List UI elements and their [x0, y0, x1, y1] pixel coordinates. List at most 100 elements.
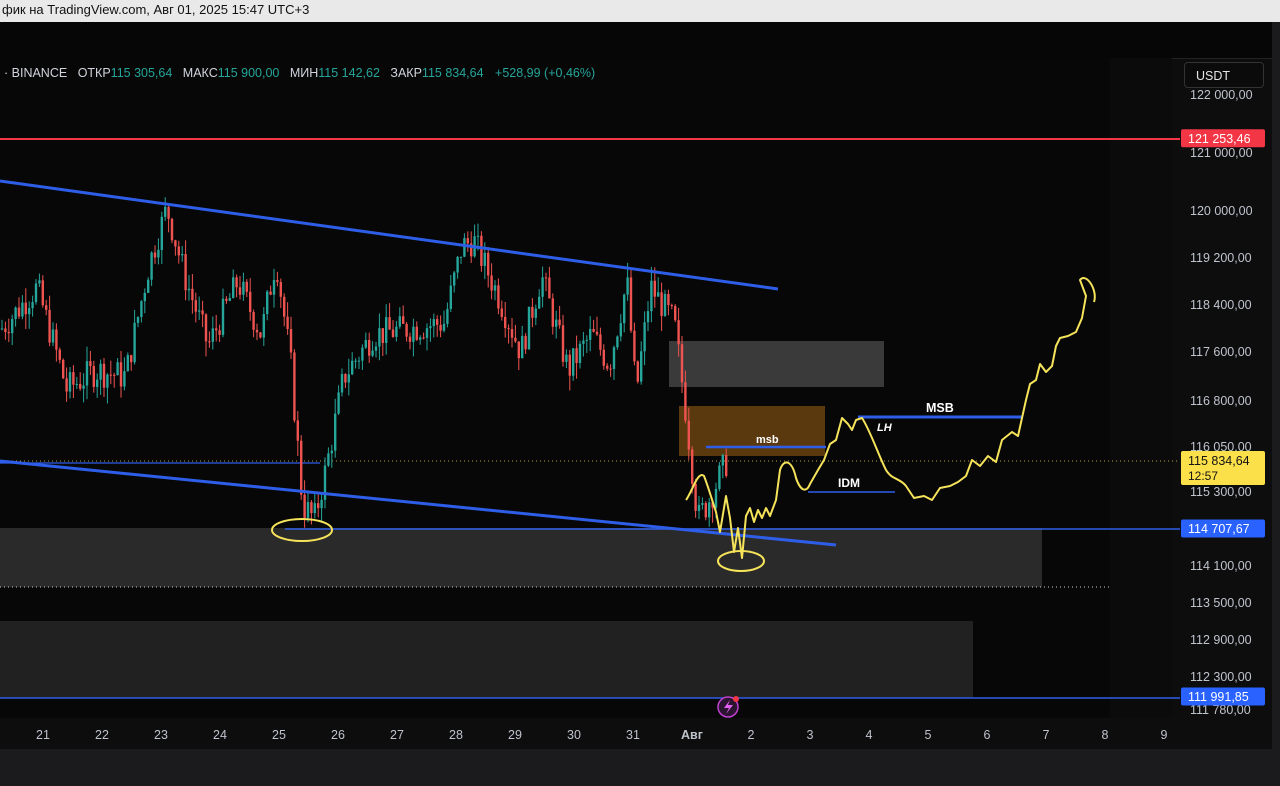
- candle-body: [283, 296, 286, 317]
- candle-body: [558, 319, 561, 326]
- candle-body: [293, 352, 296, 421]
- candle-body: [102, 363, 106, 388]
- candle-body: [259, 332, 262, 338]
- open-value: 115 305,64: [110, 66, 173, 80]
- event-marker-icon[interactable]: [717, 696, 739, 718]
- candle-body: [347, 374, 350, 383]
- candle-body: [289, 328, 293, 353]
- current-price-tag: 115 834,64 12:57: [1181, 451, 1265, 485]
- candle-body: [497, 285, 500, 309]
- candle-body: [269, 291, 272, 295]
- candle-body: [623, 294, 626, 324]
- candle-body: [133, 322, 136, 363]
- candle-body: [640, 351, 643, 382]
- lh-label: LH: [877, 422, 893, 434]
- candle-body: [34, 283, 38, 303]
- price-axis-label: 115 300,00: [1190, 485, 1252, 499]
- msb-label: MSB: [926, 401, 954, 415]
- candle-body: [242, 281, 245, 295]
- candle-body: [255, 329, 259, 333]
- candle-body: [602, 349, 605, 366]
- candle-body: [130, 355, 133, 363]
- candle-body: [167, 206, 170, 219]
- time-axis-label: 21: [36, 728, 50, 742]
- high-label: МАКС: [182, 66, 218, 80]
- candle-body: [694, 483, 697, 511]
- candle-body: [456, 256, 459, 273]
- candle-body: [204, 314, 208, 342]
- candle-body: [572, 348, 575, 376]
- candle-body: [24, 302, 27, 315]
- candle-body: [123, 371, 126, 387]
- bar-countdown: 12:57: [1188, 469, 1218, 483]
- candle-body: [541, 277, 544, 297]
- price-axis[interactable]: 122 000,00 121 000,00 120 000,00 119 200,00…: [1190, 88, 1253, 717]
- candle-body: [79, 383, 82, 389]
- candle-body: [442, 323, 446, 331]
- price-axis-label: 120 000,00: [1190, 204, 1253, 218]
- candle-body: [337, 392, 340, 414]
- candle-body: [548, 277, 551, 299]
- candle-body: [476, 235, 480, 237]
- candle-body: [483, 252, 486, 266]
- candle-body: [296, 420, 299, 441]
- candle-body: [446, 308, 449, 324]
- candle-body: [330, 450, 333, 454]
- price-axis-label: 114 100,00: [1190, 559, 1252, 573]
- candle-body: [228, 297, 231, 301]
- price-axis-label: 113 500,00: [1190, 596, 1252, 610]
- plot-area: [0, 58, 1110, 718]
- candle-body: [327, 453, 330, 466]
- candle-body: [303, 494, 306, 518]
- candle-body: [62, 359, 65, 379]
- candle-body: [663, 293, 667, 317]
- candle-body: [28, 308, 31, 315]
- candle-body: [300, 440, 303, 495]
- candle-body: [4, 328, 7, 333]
- candle-body: [249, 291, 252, 313]
- candle-body: [99, 363, 102, 380]
- currency-selector[interactable]: USDT: [1184, 62, 1264, 88]
- candle-body: [181, 254, 184, 256]
- candle-body: [626, 277, 629, 295]
- candle-body: [555, 319, 558, 327]
- candle-body: [653, 280, 656, 297]
- price-tag-label: 121 253,46: [1188, 132, 1251, 146]
- candle-body: [524, 335, 527, 350]
- symbol-label: · BINANCE: [4, 66, 68, 80]
- candle-body: [344, 373, 347, 383]
- candle-body: [701, 503, 704, 505]
- candle-body: [320, 499, 323, 509]
- candle-body: [714, 488, 718, 508]
- candle-body: [153, 252, 157, 258]
- candle-body: [691, 449, 694, 484]
- time-axis-label: 4: [866, 728, 873, 742]
- candle-body: [225, 298, 228, 301]
- candle-body: [286, 316, 289, 329]
- price-axis-label: 119 200,00: [1190, 251, 1252, 265]
- candle-body: [490, 275, 493, 291]
- candle-body: [436, 319, 439, 325]
- candle-body: [174, 240, 177, 247]
- candle-body: [657, 292, 660, 297]
- candle-body: [75, 383, 78, 385]
- candle-body: [313, 503, 316, 514]
- candle-body: [415, 326, 418, 340]
- candle-body: [65, 378, 68, 392]
- time-axis-label: 23: [154, 728, 168, 742]
- candle-body: [143, 292, 146, 302]
- idm-label: IDM: [838, 476, 860, 490]
- candle-body: [72, 372, 75, 385]
- price-chart[interactable]: msb MSB LH IDM 122 000,00 121 000,00 120 0…: [0, 0, 1280, 786]
- candle-body: [113, 374, 116, 376]
- low-value: 115 142,62: [318, 66, 380, 80]
- candle-body: [266, 291, 269, 315]
- time-axis-label: 5: [925, 728, 932, 742]
- time-axis-label: 25: [272, 728, 286, 742]
- candle-body: [48, 309, 51, 343]
- candle-body: [578, 343, 582, 364]
- time-axis[interactable]: 21 22 23 24 25 26 27 28 29 30 31 Авг 2 3 4 5 6 7 8 9: [36, 728, 1167, 742]
- candle-body: [568, 354, 571, 376]
- candle-body: [126, 355, 129, 372]
- candle-body: [109, 374, 112, 376]
